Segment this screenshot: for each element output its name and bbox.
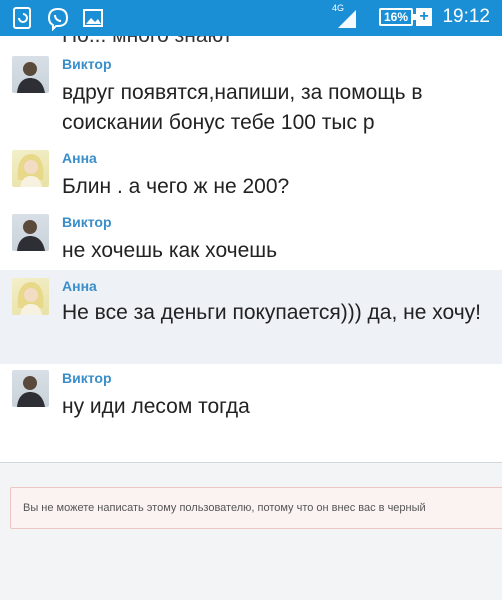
message-item[interactable]: Анна Не все за деньги покупается))) да, … bbox=[0, 270, 502, 364]
avatar[interactable] bbox=[12, 370, 49, 407]
sync-icon bbox=[13, 7, 31, 29]
message-author[interactable]: Виктор bbox=[62, 370, 112, 386]
message-author[interactable]: Виктор bbox=[62, 214, 112, 230]
truncated-message: Но... много знают bbox=[62, 36, 232, 48]
avatar[interactable] bbox=[12, 214, 49, 251]
message-author[interactable]: Анна bbox=[62, 150, 97, 166]
message-item[interactable]: Виктор ну иди лесом тогда bbox=[0, 364, 502, 428]
status-bar: 4G 16% + 19:12 bbox=[0, 0, 502, 36]
battery-icon: 16% bbox=[379, 8, 416, 26]
avatar[interactable] bbox=[12, 150, 49, 187]
message-list[interactable]: Но... много знают Виктор вдруг появятся,… bbox=[0, 36, 502, 462]
avatar[interactable] bbox=[12, 278, 49, 315]
signal-icon bbox=[338, 10, 356, 28]
message-item[interactable]: Виктор вдруг появятся,напиши, за помощь … bbox=[0, 48, 502, 144]
message-author[interactable]: Виктор bbox=[62, 56, 112, 72]
message-text: Блин . а чего ж не 200? bbox=[62, 175, 290, 198]
charging-icon: + bbox=[416, 8, 432, 26]
message-item[interactable]: Виктор не хочешь как хочешь bbox=[0, 206, 502, 270]
clock: 19:12 bbox=[442, 6, 490, 27]
message-author[interactable]: Анна bbox=[62, 278, 97, 294]
message-text: Не все за деньги покупается))) да, не хо… bbox=[62, 301, 481, 324]
message-text: ну иди лесом тогда bbox=[62, 395, 250, 418]
composer-area bbox=[0, 463, 502, 600]
blocked-notice: Вы не можете написать этому пользователю… bbox=[10, 487, 502, 529]
viber-icon bbox=[47, 7, 69, 31]
message-item[interactable]: Анна Блин . а чего ж не 200? bbox=[0, 142, 502, 204]
avatar[interactable] bbox=[12, 56, 49, 93]
message-text: не хочешь как хочешь bbox=[62, 239, 278, 262]
gallery-icon bbox=[83, 9, 103, 27]
message-text: вдруг появятся,напиши, за помощь в соиск… bbox=[62, 81, 423, 134]
